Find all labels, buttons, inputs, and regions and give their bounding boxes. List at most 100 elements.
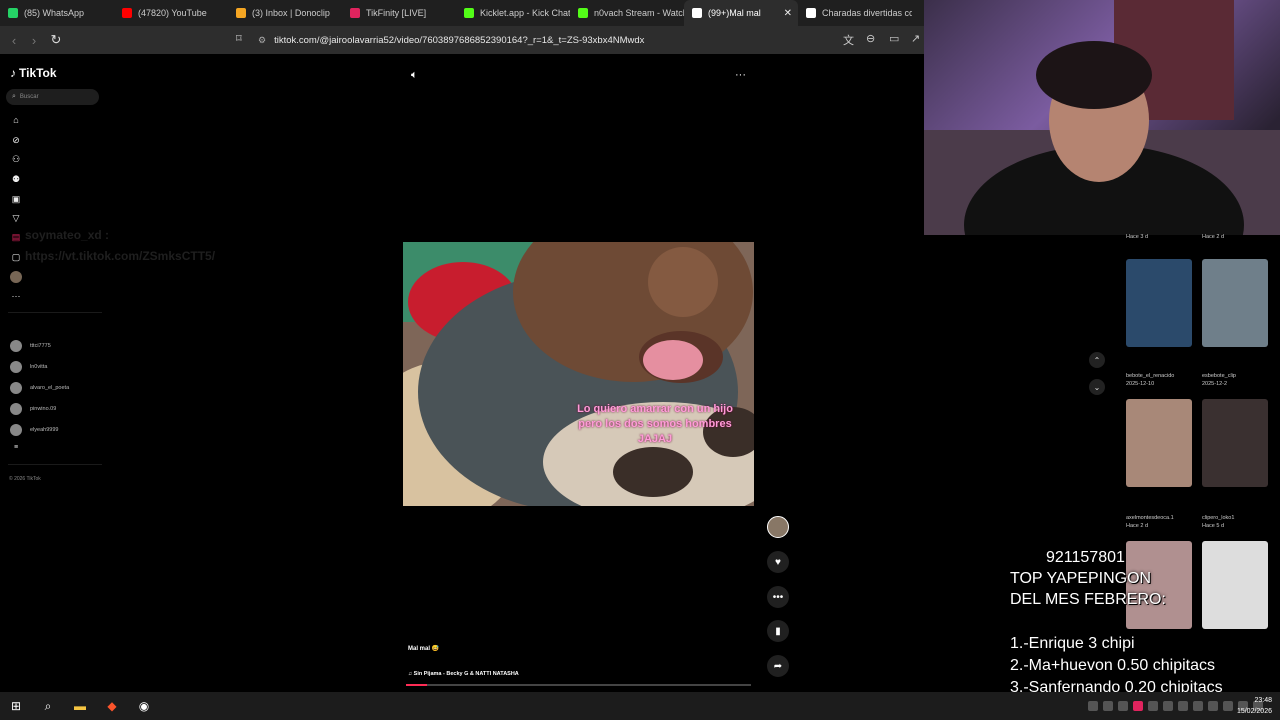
tiktok-logo-text: TikTok — [19, 66, 57, 80]
sidebar-divider-2 — [8, 464, 102, 465]
video-caption: Mal mal 😅 — [408, 646, 440, 652]
explore-icon[interactable]: ⊘ — [10, 134, 22, 146]
tray-icon[interactable] — [1103, 701, 1113, 711]
following-account[interactable]: ln0vitta — [10, 361, 47, 373]
cast-icon[interactable]: ▭ — [889, 32, 899, 45]
following-account[interactable]: alvaro_el_poeta — [10, 382, 69, 394]
tiktok-logo[interactable]: ♪ TikTok — [10, 66, 57, 80]
taskbar-search-icon[interactable]: ⌕ — [32, 692, 64, 720]
browser-tab[interactable]: TikFinity [LIVE] — [342, 0, 456, 26]
site-info-icon[interactable]: ⚙ — [258, 35, 266, 46]
following-account[interactable]: elyeah9999 — [10, 424, 58, 436]
home-icon[interactable]: ⌂ — [10, 114, 22, 126]
avatar — [10, 340, 22, 352]
bookmark-icon[interactable]: ⌑ — [236, 32, 242, 45]
browser-tab[interactable]: Kicklet.app - Kick Chat — [456, 0, 570, 26]
file-explorer-icon[interactable]: ▬ — [64, 692, 96, 720]
tray-icon[interactable] — [1148, 701, 1158, 711]
video-progress-bar[interactable] — [406, 684, 751, 686]
zoom-icon[interactable]: ⊖ — [866, 32, 875, 45]
browser-tab[interactable]: (99+)Mal mal ✕ — [684, 0, 798, 26]
tab-favicon-icon — [806, 8, 816, 18]
video-username[interactable]: bebote_el_renacido — [1126, 372, 1174, 380]
video-thumbnail[interactable] — [1202, 399, 1268, 487]
webcam-image — [924, 0, 1280, 235]
creator-avatar[interactable] — [767, 516, 789, 538]
tray-icon[interactable] — [1223, 701, 1233, 711]
obs-icon[interactable]: ◉ — [128, 692, 160, 720]
forward-icon[interactable]: › — [24, 33, 44, 48]
more-icon[interactable]: ··· — [10, 290, 22, 302]
tray-icon[interactable] — [1163, 701, 1173, 711]
tab-favicon-icon — [578, 8, 588, 18]
upload-icon[interactable]: ▽ — [10, 212, 22, 224]
comment-icon[interactable]: ••• — [767, 586, 789, 608]
share-video-icon[interactable]: ➦ — [767, 655, 789, 677]
activity-icon[interactable]: ▤ — [10, 231, 22, 243]
video-thumbnail[interactable] — [1126, 259, 1192, 347]
video-thumbnail[interactable] — [1202, 259, 1268, 347]
video-meta: Hace 2 d — [1202, 233, 1224, 241]
tab-label: (3) Inbox | Donoclip — [252, 8, 330, 18]
search-placeholder: Buscar — [19, 94, 39, 100]
video-meta: axelmontesdeoca.1 Hace 2 d — [1126, 514, 1174, 530]
save-icon[interactable]: ▮ — [767, 620, 789, 642]
tab-favicon-icon — [122, 8, 132, 18]
profile-icon[interactable] — [10, 271, 22, 283]
url-field[interactable]: ⚙ tiktok.com/@jairoolavarria52/video/760… — [258, 30, 848, 50]
back-icon[interactable]: ‹ — [4, 33, 24, 48]
windows-start-icon[interactable]: ⊞ — [0, 692, 32, 720]
browser-tab[interactable]: n0vach Stream - Watch — [570, 0, 684, 26]
search-input[interactable]: ⌕ Buscar — [6, 89, 99, 105]
video-thumbnail[interactable] — [1126, 399, 1192, 487]
reload-icon[interactable]: ↻ — [46, 32, 66, 48]
video-progress-fill — [406, 684, 427, 686]
video-thumbnail[interactable] — [1202, 541, 1268, 629]
options-icon[interactable]: ··· — [735, 69, 746, 81]
video-date: Hace 3 d — [1126, 234, 1149, 240]
following-icon[interactable]: ⚇ — [10, 153, 22, 165]
video-player[interactable]: Lo quiero amarrar con un hijo pero los d… — [403, 242, 754, 506]
video-overlay-text: Lo quiero amarrar con un hijo pero los d… — [577, 403, 733, 445]
tray-icon[interactable] — [1208, 701, 1218, 711]
avatar — [10, 424, 22, 436]
following-account[interactable]: pinwino.09 — [10, 403, 56, 415]
overlay-title-2: DEL MES FEBRERO: — [1010, 591, 1166, 608]
music-label[interactable]: ♫ Sin Pijama - Becky G & NATTI NATASHA — [408, 671, 519, 677]
video-username[interactable]: clipero_loko1 — [1202, 514, 1234, 522]
video-meta: esbebote_clip 2025-12-2 — [1202, 372, 1236, 388]
overlay-rank-2: 2.-Ma+huevon 0.50 chipitacs — [1010, 657, 1216, 674]
taskbar-clock[interactable]: 23:48 15/02/2026 — [1237, 695, 1272, 717]
following-username: tttci7775 — [30, 343, 51, 349]
ghost-chat-text: soymateo_xd : — [25, 228, 110, 242]
following-account[interactable]: tttci7775 — [10, 340, 51, 352]
tab-label: (85) WhatsApp — [24, 8, 85, 18]
like-icon[interactable]: ♥ — [767, 551, 789, 573]
volume-icon[interactable]: 🔈︎ — [411, 69, 418, 82]
avatar — [10, 361, 22, 373]
messages-icon[interactable]: ▢ — [10, 251, 22, 263]
list-icon[interactable]: ≡ — [10, 442, 22, 454]
close-tab-icon[interactable]: ✕ — [784, 8, 792, 19]
tray-icon[interactable] — [1118, 701, 1128, 711]
browser-tab[interactable]: (85) WhatsApp — [0, 0, 114, 26]
scroll-up-icon[interactable]: ⌃ — [1089, 352, 1105, 368]
tray-icon[interactable] — [1178, 701, 1188, 711]
live-icon[interactable]: ▣ — [10, 193, 22, 205]
scroll-down-icon[interactable]: ⌄ — [1089, 379, 1105, 395]
video-username[interactable]: esbebote_clip — [1202, 372, 1236, 380]
tray-icon[interactable] — [1133, 701, 1143, 711]
video-username[interactable]: axelmontesdeoca.1 — [1126, 514, 1174, 522]
browser-tab[interactable]: (47820) YouTube — [114, 0, 228, 26]
brave-browser-icon[interactable]: ◆ — [96, 692, 128, 720]
browser-tab[interactable]: Charadas divertidas co — [798, 0, 912, 26]
tray-icon[interactable] — [1088, 701, 1098, 711]
browser-tab[interactable]: (3) Inbox | Donoclip — [228, 0, 342, 26]
translate-icon[interactable]: 文 — [843, 32, 854, 48]
tray-icon[interactable] — [1193, 701, 1203, 711]
browser-tab-bar: (85) WhatsApp (47820) YouTube (3) Inbox | … — [0, 0, 924, 26]
overlay-title-1: TOP YAPEPINGON — [1010, 570, 1152, 587]
share-icon[interactable]: ↗ — [911, 32, 920, 45]
tab-favicon-icon — [464, 8, 474, 18]
friends-icon[interactable]: ⚉ — [10, 173, 22, 185]
